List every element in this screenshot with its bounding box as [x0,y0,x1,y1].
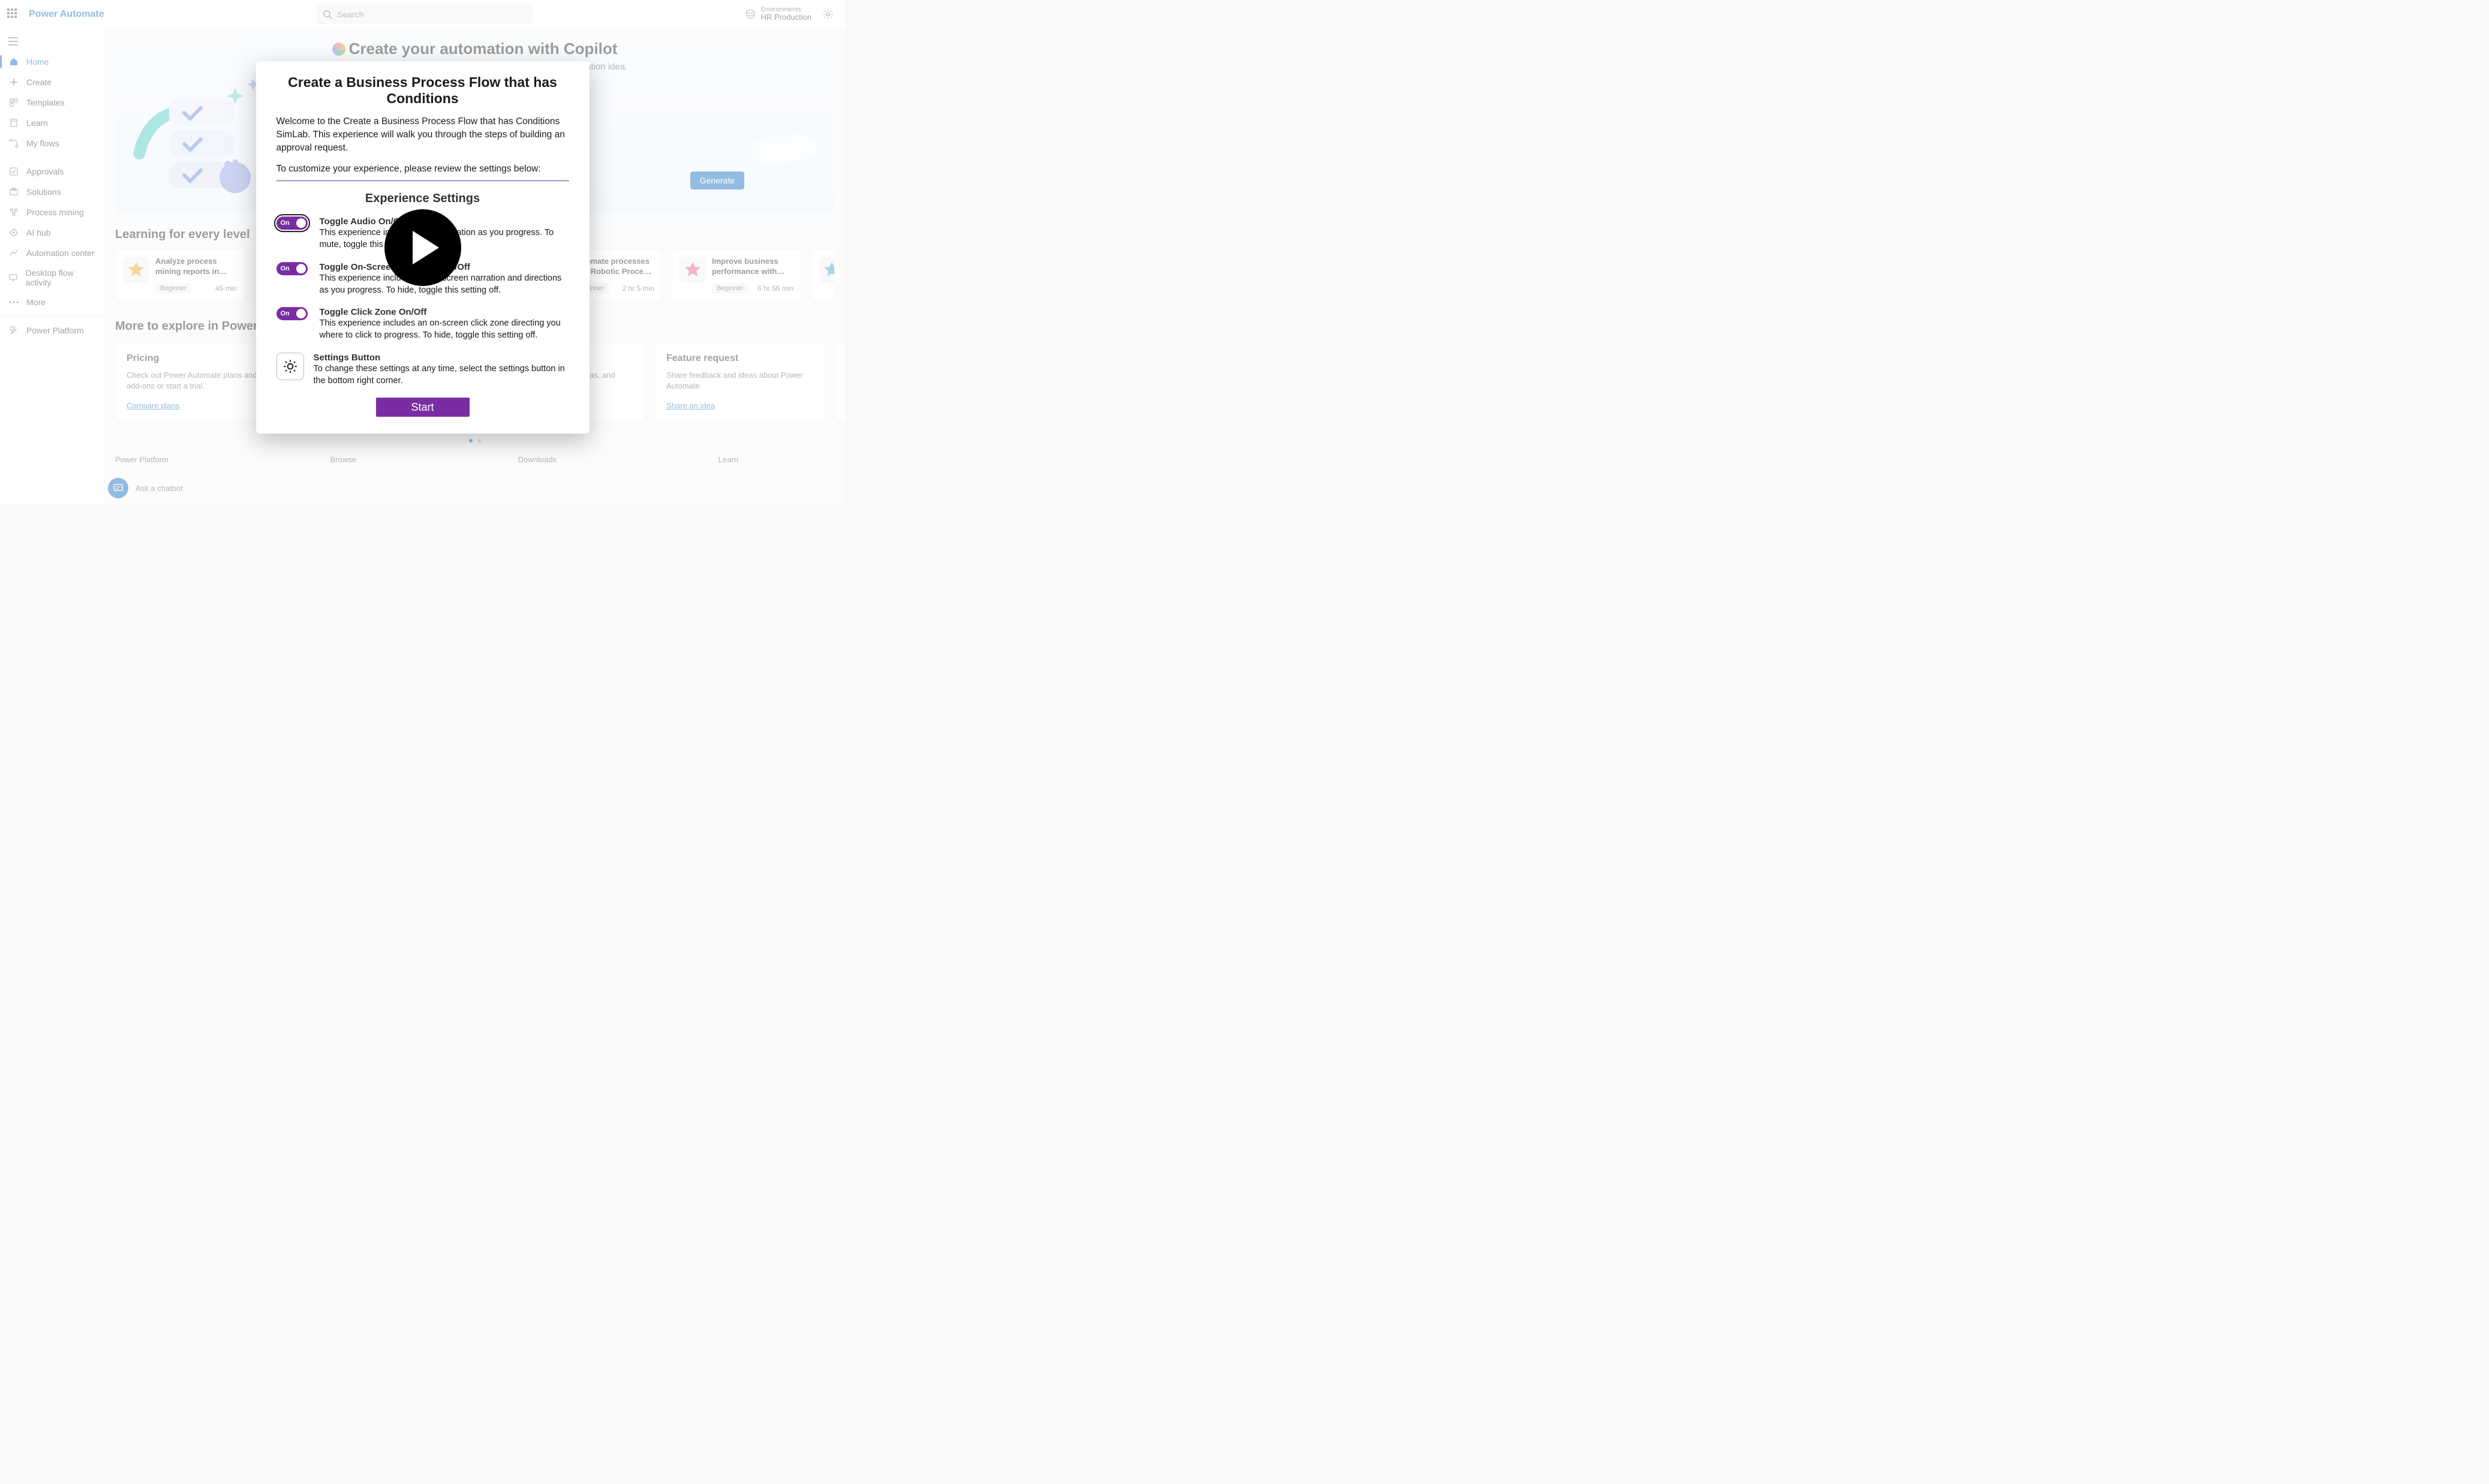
settings-heading: Experience Settings [276,192,569,206]
modal-title: Create a Business Process Flow that has … [276,74,569,107]
play-video-button[interactable] [384,209,461,286]
setting-clickzone: On Toggle Click Zone On/OffThis experien… [276,307,569,342]
setting-desc: To change these settings at any time, se… [314,363,569,387]
modal-intro: Welcome to the Create a Business Process… [276,115,569,155]
settings-icon-box [276,353,304,380]
modal-intro2: To customize your experience, please rev… [276,164,569,174]
setting-desc: This experience includes an on-screen cl… [320,317,569,342]
toggle-clickzone[interactable]: On [276,307,308,320]
setting-title: Settings Button [314,353,569,363]
setting-title: Toggle Click Zone On/Off [320,307,569,317]
toggle-audio[interactable]: On [276,216,308,230]
toggle-onscreen[interactable]: On [276,262,308,275]
play-icon [413,231,439,264]
gear-icon [282,359,298,374]
setting-info-settingsbutton: Settings ButtonTo change these settings … [276,353,569,387]
start-button[interactable]: Start [376,398,470,417]
divider [276,180,569,181]
